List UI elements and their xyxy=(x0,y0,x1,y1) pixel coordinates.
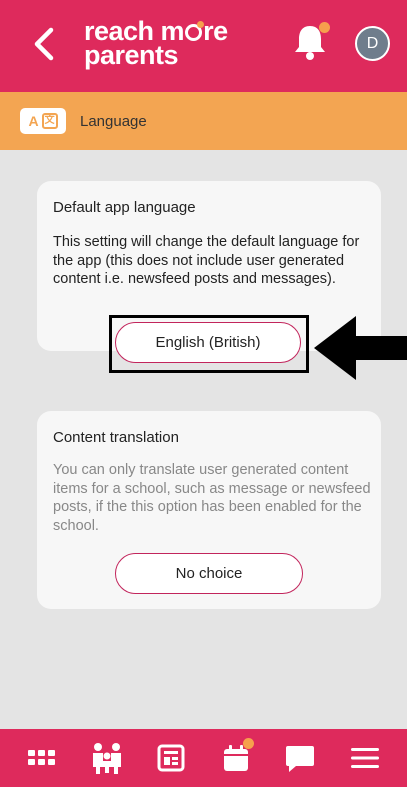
nav-messages-button[interactable] xyxy=(278,736,322,780)
nav-menu-button[interactable] xyxy=(343,736,387,780)
default-language-title: Default app language xyxy=(53,199,196,216)
page-title: Language xyxy=(80,112,147,130)
user-avatar[interactable]: D xyxy=(355,26,390,61)
nav-family-button[interactable] xyxy=(85,736,129,780)
logo-o-ring xyxy=(185,21,205,41)
page-subheader: A 文 Language xyxy=(0,92,407,150)
default-language-select-button[interactable]: English (British) xyxy=(115,322,301,363)
content-translation-select-button[interactable]: No choice xyxy=(115,553,303,594)
notification-badge xyxy=(319,22,330,33)
menu-icon xyxy=(350,748,379,768)
pointer-arrow-icon xyxy=(314,316,407,380)
content-translation-title: Content translation xyxy=(53,429,179,446)
nav-apps-button[interactable] xyxy=(20,736,64,780)
reach-more-parents-logo: reach m re parents xyxy=(84,16,228,70)
calendar-badge xyxy=(242,738,254,749)
messages-icon xyxy=(286,746,315,772)
nav-newsfeed-button[interactable] xyxy=(149,736,193,780)
apps-grid-icon xyxy=(28,750,56,765)
translate-icon: A 文 xyxy=(20,108,66,134)
newsfeed-icon xyxy=(157,744,185,772)
notifications-button[interactable] xyxy=(291,22,333,64)
family-icon xyxy=(92,743,121,774)
app-header: reach m re parents D xyxy=(0,0,407,92)
nav-calendar-button[interactable] xyxy=(214,736,258,780)
content-translation-description: You can only translate user generated co… xyxy=(53,462,371,534)
default-language-description: This setting will change the default lan… xyxy=(53,234,360,287)
bottom-navigation xyxy=(0,729,407,787)
back-button[interactable] xyxy=(26,24,62,64)
chevron-left-icon xyxy=(34,27,54,61)
